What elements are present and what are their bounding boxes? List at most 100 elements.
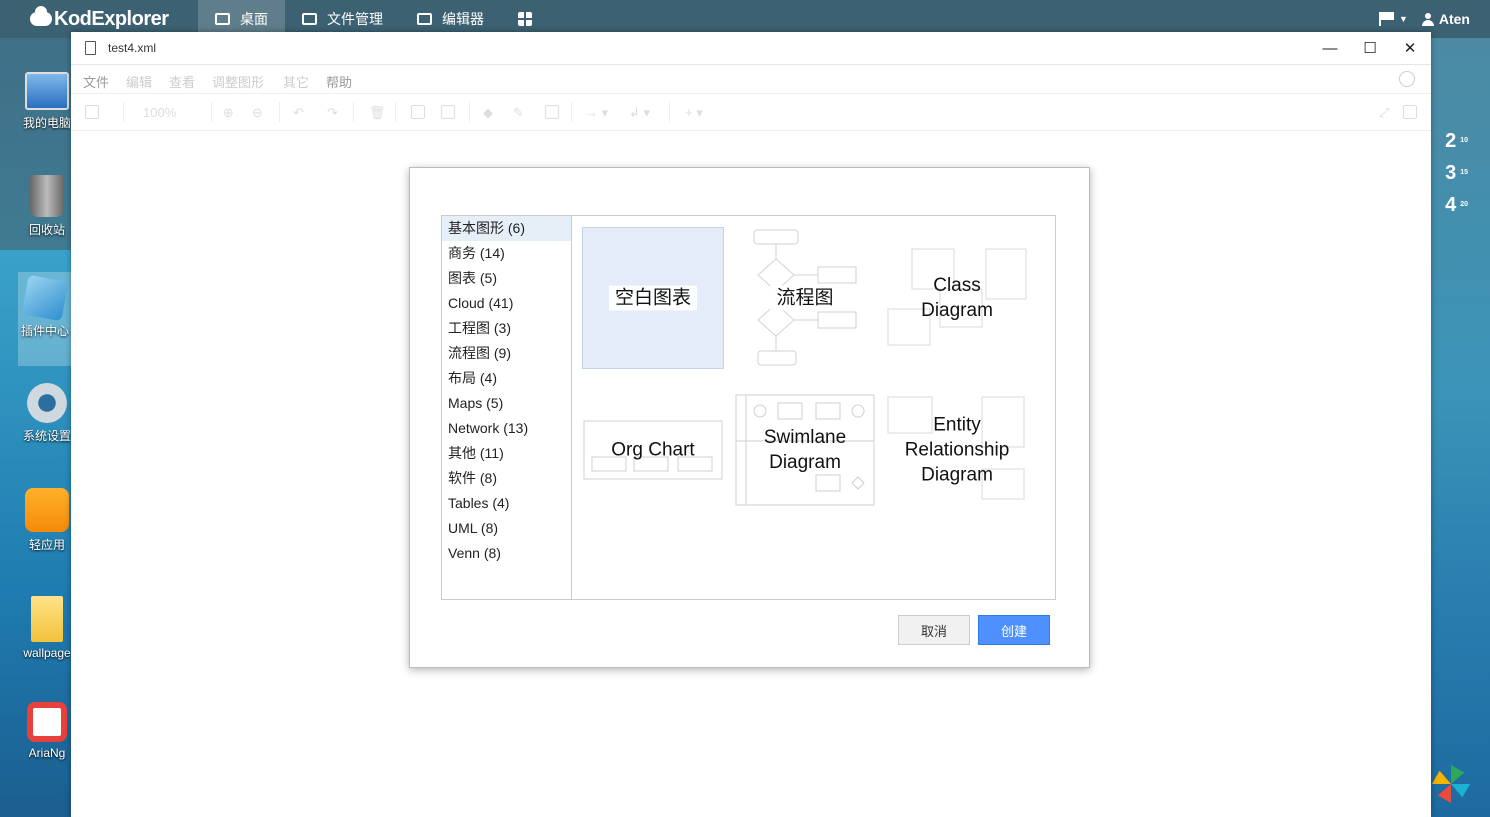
desktop-icon-plugin-center[interactable]: 插件中心 <box>18 272 72 366</box>
folder-list-icon <box>302 13 317 25</box>
clock-minute: 20 <box>1460 201 1468 208</box>
desktop-clock-widget: 2 10 3 15 4 20 <box>1445 125 1468 221</box>
template-blank[interactable]: 空白图表 <box>582 227 724 369</box>
category-item[interactable]: Maps (5) <box>442 391 571 416</box>
computer-icon <box>25 72 69 110</box>
user-name: Aten <box>1438 11 1470 27</box>
category-item[interactable]: 其他 (11) <box>442 441 571 466</box>
connection-icon[interactable]: → ▾ <box>585 105 608 120</box>
category-item[interactable]: 流程图 (9) <box>442 341 571 366</box>
fullscreen-icon[interactable]: ⤢ <box>1379 105 1389 120</box>
new-diagram-dialog: 基本图形 (6) 商务 (14) 图表 (5) Cloud (41) 工程图 (… <box>409 167 1090 668</box>
chevron-down-icon: ▼ <box>1398 14 1408 24</box>
tab-editor-label: 编辑器 <box>442 11 484 27</box>
window-titlebar: test4.xml — ☐ ✕ <box>71 32 1431 65</box>
menu-view[interactable]: 查看 <box>169 72 195 91</box>
user-menu[interactable]: Aten <box>1421 11 1470 27</box>
folder-icon <box>31 596 63 642</box>
menu-file[interactable]: 文件 <box>83 72 109 91</box>
clock-hour: 3 <box>1445 162 1457 184</box>
template-er-diagram[interactable]: Entity Relationship Diagram <box>886 379 1028 521</box>
brand-logo[interactable]: KodExplorer <box>30 6 169 32</box>
category-item[interactable]: Network (13) <box>442 416 571 441</box>
create-button[interactable]: 创建 <box>978 615 1050 645</box>
toolbar-divider <box>353 102 354 122</box>
redo-icon[interactable]: ↷ <box>327 105 338 120</box>
template-flowchart[interactable]: 流程图 <box>734 227 876 369</box>
line-color-icon[interactable]: ✎ <box>513 105 524 120</box>
delete-icon[interactable]: 🗑 <box>369 105 386 120</box>
format-panel-icon[interactable] <box>1403 105 1417 119</box>
template-label: Class Diagram <box>921 275 993 321</box>
user-icon <box>1421 12 1434 26</box>
category-item[interactable]: 图表 (5) <box>442 266 571 291</box>
template-label: 流程图 <box>734 285 876 311</box>
monitor-icon <box>215 13 230 25</box>
desktop-icon-label: 插件中心 <box>20 324 69 338</box>
plugin-center-icon <box>21 274 69 322</box>
close-button[interactable]: ✕ <box>1400 38 1420 58</box>
category-item[interactable]: 商务 (14) <box>442 241 571 266</box>
pinwheel-icon[interactable] <box>1432 765 1470 803</box>
menu-bar: 文件 编辑 查看 调整图形 其它 帮助 <box>71 65 1431 94</box>
apps-grid-icon <box>518 12 532 26</box>
flag-icon <box>1378 12 1397 26</box>
template-label: 空白图表 <box>583 285 723 311</box>
settings-gear-icon <box>27 383 67 423</box>
template-class-diagram[interactable]: Class Diagram <box>886 227 1028 369</box>
brand-name: KodExplorer <box>54 7 169 30</box>
insert-plus-icon[interactable]: + ▾ <box>685 105 703 120</box>
shopping-bag-icon <box>25 488 69 532</box>
page-view-icon[interactable] <box>85 105 99 119</box>
clock-hour: 2 <box>1445 130 1457 152</box>
category-item[interactable]: Venn (8) <box>442 541 571 566</box>
maximize-button[interactable]: ☐ <box>1360 38 1380 58</box>
category-item[interactable]: Tables (4) <box>442 491 571 516</box>
waypoints-icon[interactable]: ↲ ▾ <box>629 105 650 120</box>
to-front-icon[interactable] <box>411 105 425 119</box>
toolbar-divider <box>669 102 670 122</box>
clock-hour: 4 <box>1445 194 1457 216</box>
menu-help[interactable]: 帮助 <box>326 72 352 91</box>
menu-extras[interactable]: 其它 <box>283 72 309 91</box>
category-item[interactable]: 软件 (8) <box>442 466 571 491</box>
category-item[interactable]: UML (8) <box>442 516 571 541</box>
category-item[interactable]: 布局 (4) <box>442 366 571 391</box>
toolbar-divider <box>469 102 470 122</box>
category-item[interactable]: 基本图形 (6) <box>442 216 571 241</box>
template-swimlane[interactable]: Swimlane Diagram <box>734 379 876 521</box>
menu-edit[interactable]: 编辑 <box>126 72 152 91</box>
notification-flag-button[interactable]: ▼ <box>1378 12 1408 26</box>
language-globe-icon[interactable] <box>1399 71 1415 87</box>
window-title: test4.xml <box>108 41 157 55</box>
cloud-icon <box>30 6 52 26</box>
template-org-chart[interactable]: Org Chart <box>582 379 724 521</box>
fill-color-icon[interactable]: ◆ <box>483 105 493 120</box>
to-back-icon[interactable] <box>441 105 455 119</box>
template-panel: 基本图形 (6) 商务 (14) 图表 (5) Cloud (41) 工程图 (… <box>441 215 1056 600</box>
clock-minute: 15 <box>1460 169 1468 176</box>
undo-icon[interactable]: ↶ <box>293 105 304 120</box>
category-item[interactable]: Cloud (41) <box>442 291 571 316</box>
template-label: Entity Relationship Diagram <box>904 414 1010 486</box>
menu-arrange[interactable]: 调整图形 <box>212 72 264 91</box>
toolbar-divider <box>571 102 572 122</box>
ariang-icon <box>27 702 67 742</box>
minimize-button[interactable]: — <box>1320 38 1340 58</box>
cancel-button[interactable]: 取消 <box>898 615 970 645</box>
clock-minute: 10 <box>1460 137 1468 144</box>
template-label: Swimlane Diagram <box>763 427 847 473</box>
shadow-icon[interactable] <box>545 105 559 119</box>
zoom-in-icon[interactable]: ⊕ <box>223 105 234 120</box>
category-list: 基本图形 (6) 商务 (14) 图表 (5) Cloud (41) 工程图 (… <box>442 216 572 599</box>
toolbar-divider <box>279 102 280 122</box>
tab-desktop-label: 桌面 <box>240 11 268 27</box>
toolbar-divider <box>395 102 396 122</box>
tab-file-manager-label: 文件管理 <box>327 11 383 27</box>
zoom-out-icon[interactable]: ⊖ <box>252 105 263 120</box>
file-icon <box>85 41 96 55</box>
edit-icon <box>417 13 432 25</box>
template-label: Org Chart <box>611 439 695 461</box>
zoom-level[interactable]: 100% <box>143 105 176 120</box>
category-item[interactable]: 工程图 (3) <box>442 316 571 341</box>
